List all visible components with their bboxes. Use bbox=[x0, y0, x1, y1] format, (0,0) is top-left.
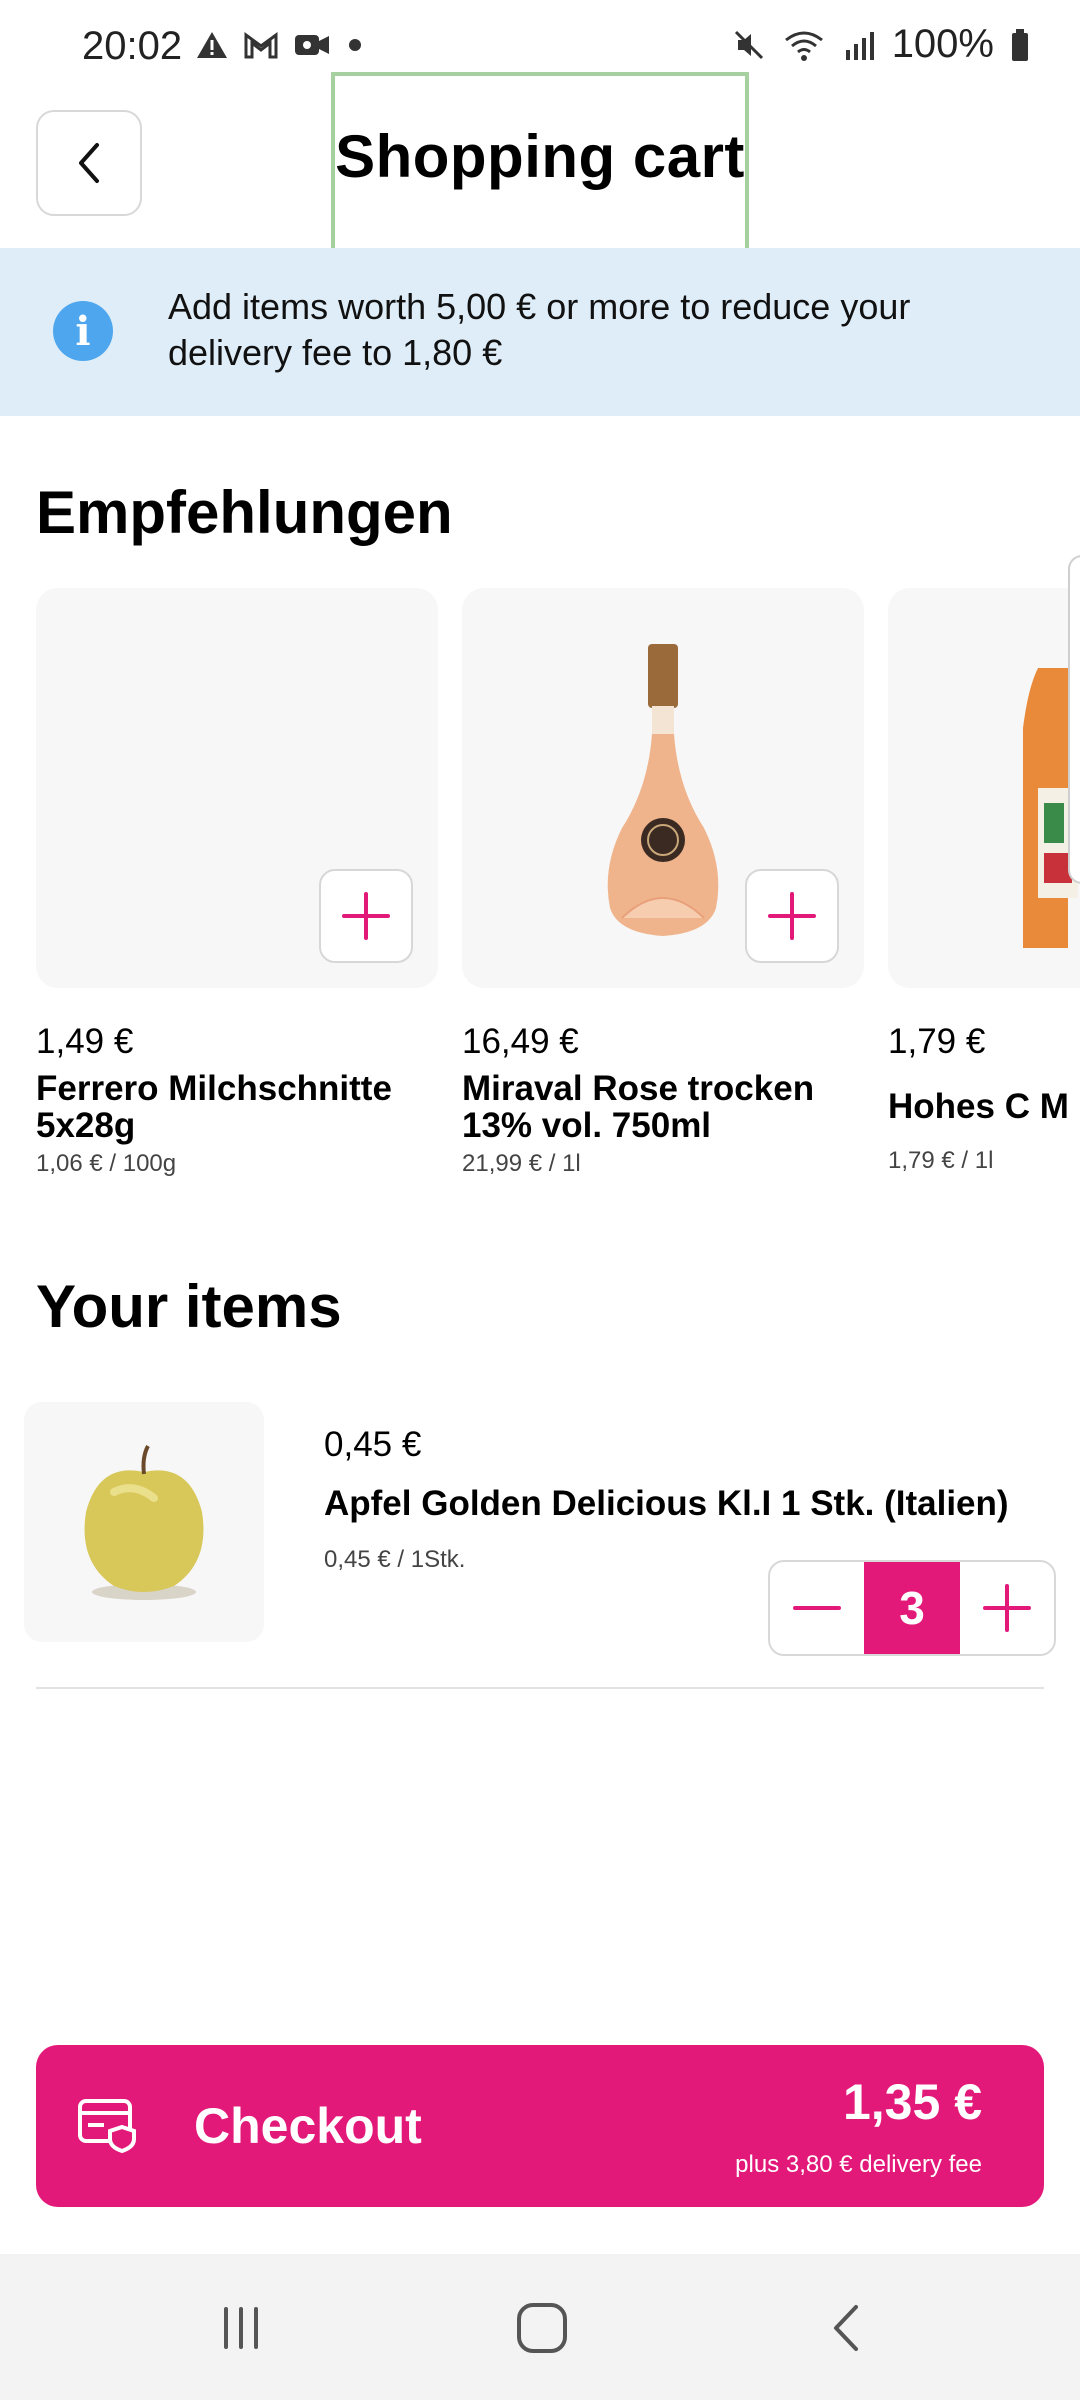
warning-icon bbox=[197, 32, 227, 58]
plus-icon bbox=[983, 1584, 1031, 1632]
recommendation-card-partial[interactable]: 1,79 € Hohes C M 1,79 € / 1l bbox=[888, 588, 1080, 1188]
add-to-cart-button[interactable] bbox=[745, 869, 839, 963]
wifi-icon bbox=[784, 31, 823, 61]
system-icons: 100% bbox=[732, 22, 1030, 67]
recommendation-card[interactable]: 16,49 € Miraval Rose trocken 13% vol. 75… bbox=[462, 588, 864, 1178]
banner-text: Add items worth 5,00 € or more to reduce… bbox=[168, 286, 911, 373]
your-items-title: Your items bbox=[36, 1273, 342, 1340]
back-button[interactable] bbox=[36, 110, 142, 216]
recent-apps-button[interactable] bbox=[201, 2298, 281, 2358]
carousel-scroll-indicator[interactable] bbox=[1068, 555, 1080, 884]
add-to-cart-button[interactable] bbox=[319, 869, 413, 963]
product-unit-price: 1,06 € / 100g bbox=[36, 1150, 177, 1177]
mute-icon bbox=[734, 30, 763, 59]
minus-icon bbox=[793, 1606, 841, 1610]
delivery-fee-note: plus 3,80 € delivery fee bbox=[735, 2151, 982, 2178]
divider bbox=[36, 1687, 1044, 1689]
checkout-label: Checkout bbox=[194, 2098, 422, 2154]
product-image bbox=[462, 588, 864, 988]
checkout-button[interactable]: Checkout 1,35 € plus 3,80 € delivery fee bbox=[36, 2045, 1044, 2207]
product-unit-price: 1,79 € / 1l bbox=[888, 1147, 994, 1174]
delivery-fee-banner: i Add items worth 5,00 € or more to redu… bbox=[0, 248, 1080, 416]
apple-image bbox=[84, 1445, 204, 1600]
quantity-stepper: 3 bbox=[768, 1560, 1056, 1656]
product-unit-price: 21,99 € / 1l bbox=[462, 1150, 581, 1177]
product-price: 1,79 € bbox=[888, 1022, 986, 1061]
juice-bottle-image bbox=[1023, 668, 1078, 948]
secure-payment-icon bbox=[78, 2099, 136, 2154]
product-price: 16,49 € bbox=[462, 1022, 579, 1061]
cart-item-unit-price: 0,45 € / 1Stk. bbox=[324, 1546, 466, 1573]
info-icon: i bbox=[53, 301, 113, 361]
quantity-value: 3 bbox=[864, 1562, 960, 1654]
decrease-quantity-button[interactable] bbox=[770, 1562, 864, 1654]
increase-quantity-button[interactable] bbox=[960, 1562, 1054, 1654]
recommendations-title: Empfehlungen bbox=[36, 479, 453, 546]
recommendation-card[interactable]: 1,49 € Ferrero Milchschnitte 5x28g 1,06 … bbox=[36, 588, 438, 1178]
signal-icon bbox=[845, 31, 874, 60]
product-name: Ferrero Milchschnitte 5x28g bbox=[36, 1069, 392, 1145]
battery-icon bbox=[1012, 28, 1028, 61]
product-name: Miraval Rose trocken 13% vol. 750ml bbox=[462, 1069, 815, 1145]
checkout-total: 1,35 € bbox=[842, 2074, 982, 2130]
cart-item-name[interactable]: Apfel Golden Delicious Kl.I 1 Stk. (Ital… bbox=[324, 1484, 1009, 1524]
status-time: 20:02 bbox=[82, 24, 183, 68]
home-icon bbox=[517, 2303, 567, 2353]
product-image bbox=[888, 588, 1080, 988]
battery-percent: 100% bbox=[891, 22, 994, 66]
system-back-button[interactable] bbox=[806, 2298, 886, 2358]
home-button[interactable] bbox=[502, 2298, 582, 2358]
chevron-left-icon bbox=[79, 143, 99, 183]
product-price: 1,49 € bbox=[36, 1022, 134, 1061]
product-image[interactable] bbox=[24, 1402, 264, 1642]
back-icon bbox=[834, 2305, 858, 2351]
gmail-icon bbox=[244, 32, 278, 59]
dot-icon bbox=[349, 39, 361, 51]
system-nav-bar bbox=[0, 2254, 1080, 2400]
plus-icon bbox=[342, 892, 390, 940]
plus-icon bbox=[768, 892, 816, 940]
product-name: Hohes C M bbox=[888, 1087, 1069, 1126]
notification-icons bbox=[195, 30, 365, 60]
page-title: Shopping cart bbox=[335, 123, 745, 190]
product-image bbox=[36, 588, 438, 988]
cart-item-price: 0,45 € bbox=[324, 1425, 422, 1464]
recent-apps-icon bbox=[224, 2307, 258, 2349]
video-icon bbox=[295, 35, 329, 55]
